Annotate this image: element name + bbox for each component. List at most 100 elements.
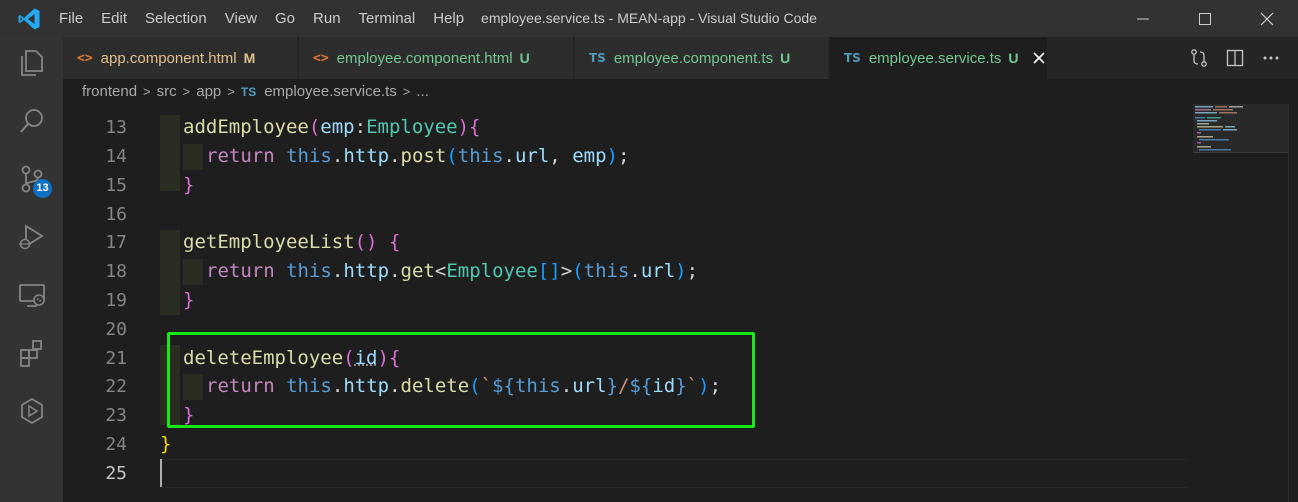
vscode-logo-icon: [14, 4, 44, 34]
code-line: 15 }: [63, 171, 1203, 200]
explorer-button[interactable]: [0, 39, 63, 87]
menu-file[interactable]: File: [50, 0, 92, 37]
line-number: 21: [105, 348, 127, 369]
close-icon: [1032, 52, 1045, 64]
line-number: 17: [105, 232, 127, 253]
minimap[interactable]: [1193, 104, 1288, 154]
typescript-file-icon: TS: [844, 51, 861, 65]
tab-status-modified: M: [243, 50, 256, 66]
code-text: }: [183, 289, 195, 311]
typescript-file-icon: TS: [589, 51, 606, 65]
html-file-icon: <>: [313, 50, 329, 66]
play-hexagon-icon: [20, 397, 43, 425]
code-line: 16: [63, 200, 1203, 229]
breadcrumb-item-frontend[interactable]: frontend: [82, 83, 137, 100]
menu-selection[interactable]: Selection: [136, 0, 216, 37]
code-line: 25: [63, 459, 1203, 488]
run-debug-button[interactable]: [0, 213, 63, 261]
line-number: 24: [105, 434, 127, 455]
files-icon: [20, 50, 43, 76]
line-number: 22: [105, 376, 127, 397]
more-actions-button[interactable]: [1260, 47, 1282, 69]
menu-run[interactable]: Run: [304, 0, 350, 37]
open-changes-button[interactable]: [1188, 47, 1210, 69]
maximize-icon: [1199, 12, 1211, 25]
testing-button[interactable]: [0, 387, 63, 435]
line-number: 19: [105, 290, 127, 311]
compare-changes-icon: [1191, 49, 1207, 67]
maximize-button[interactable]: [1174, 0, 1236, 37]
menu-go[interactable]: Go: [266, 0, 304, 37]
extensions-icon: [19, 340, 42, 367]
code-text: return this.http.post(this.url, emp);: [206, 145, 630, 167]
breadcrumb-item-file[interactable]: employee.service.ts: [264, 83, 397, 100]
tab-status-untracked: U: [519, 50, 530, 66]
scm-count-badge: 13: [33, 179, 52, 198]
source-control-button[interactable]: [0, 155, 63, 203]
tab-status-untracked: U: [780, 50, 791, 66]
tab-label: employee.component.ts: [613, 49, 774, 67]
minimize-button[interactable]: [1112, 0, 1174, 37]
extensions-button[interactable]: [0, 329, 63, 377]
close-window-button[interactable]: [1236, 0, 1298, 37]
chevron-right-icon: >: [402, 84, 411, 99]
line-number: 18: [105, 261, 127, 282]
search-icon: [19, 109, 43, 133]
code-line: 17 getEmployeeList() {: [63, 228, 1203, 257]
window-controls: [1112, 0, 1298, 37]
chevron-right-icon: >: [227, 84, 235, 99]
activity-bar: 13: [0, 37, 63, 502]
tab-employee-component-html[interactable]: <> employee.component.html U: [299, 37, 574, 79]
split-editor-icon: [1226, 49, 1244, 67]
code-text: addEmployee(emp:Employee){: [183, 116, 481, 138]
minimize-icon: [1137, 18, 1149, 19]
code-editor[interactable]: 13 addEmployee(emp:Employee){ 14 return …: [63, 104, 1298, 502]
code-text: getEmployeeList() {: [183, 231, 401, 253]
menu-view[interactable]: View: [216, 0, 266, 37]
html-file-icon: <>: [77, 50, 93, 66]
line-number: 13: [105, 117, 127, 138]
code-text: return this.http.get<Employee[]>(this.ur…: [206, 260, 699, 282]
code-line: 13 addEmployee(emp:Employee){: [63, 113, 1203, 142]
breadcrumb-item-app[interactable]: app: [196, 83, 221, 100]
tab-employee-component-ts[interactable]: TS employee.component.ts U: [575, 37, 829, 79]
line-number: 23: [105, 405, 127, 426]
line-number: 14: [105, 146, 127, 167]
code-line: 19 }: [63, 286, 1203, 315]
title-bar: File Edit Selection View Go Run Terminal…: [0, 0, 1298, 37]
editor-tab-bar: <> app.component.html M <> employee.comp…: [63, 37, 1298, 79]
vertical-scrollbar[interactable]: [1288, 104, 1298, 502]
line-number: 20: [105, 319, 127, 340]
split-editor-button[interactable]: [1224, 47, 1246, 69]
close-icon: [1260, 12, 1274, 25]
run-debug-icon: [18, 224, 44, 250]
tab-close-button[interactable]: [1031, 50, 1047, 66]
breadcrumb-item-symbol[interactable]: ...: [416, 83, 429, 100]
code-line: 18 return this.http.get<Employee[]>(this…: [63, 257, 1203, 286]
breadcrumb: frontend > src > app > TS employee.servi…: [63, 79, 1298, 104]
line-number: 15: [105, 175, 127, 196]
menu-terminal[interactable]: Terminal: [350, 0, 425, 37]
tab-employee-service-ts[interactable]: TS employee.service.ts U: [830, 37, 1048, 79]
breadcrumb-item-src[interactable]: src: [157, 83, 177, 100]
code-text: }: [160, 433, 172, 455]
menu-help[interactable]: Help: [424, 0, 473, 37]
search-button[interactable]: [0, 97, 63, 145]
tab-app-component-html[interactable]: <> app.component.html M: [63, 37, 298, 79]
code-line: 24 }: [63, 430, 1203, 459]
remote-explorer-button[interactable]: [0, 271, 63, 319]
tab-status-untracked: U: [1008, 50, 1019, 66]
tab-label: employee.service.ts: [868, 49, 1002, 67]
menu-bar: File Edit Selection View Go Run Terminal…: [50, 0, 473, 37]
line-number: 16: [105, 204, 127, 225]
menu-edit[interactable]: Edit: [92, 0, 136, 37]
tab-label: app.component.html: [100, 49, 237, 67]
more-horizontal-icon: [1263, 56, 1279, 60]
remote-explorer-icon: [18, 284, 45, 307]
editor-actions: [1188, 37, 1298, 79]
highlight-box: [167, 332, 755, 428]
text-cursor: [160, 459, 162, 487]
code-text: }: [183, 174, 195, 196]
code-line: 14 return this.http.post(this.url, emp);: [63, 142, 1203, 171]
tab-label: employee.component.html: [336, 49, 513, 67]
